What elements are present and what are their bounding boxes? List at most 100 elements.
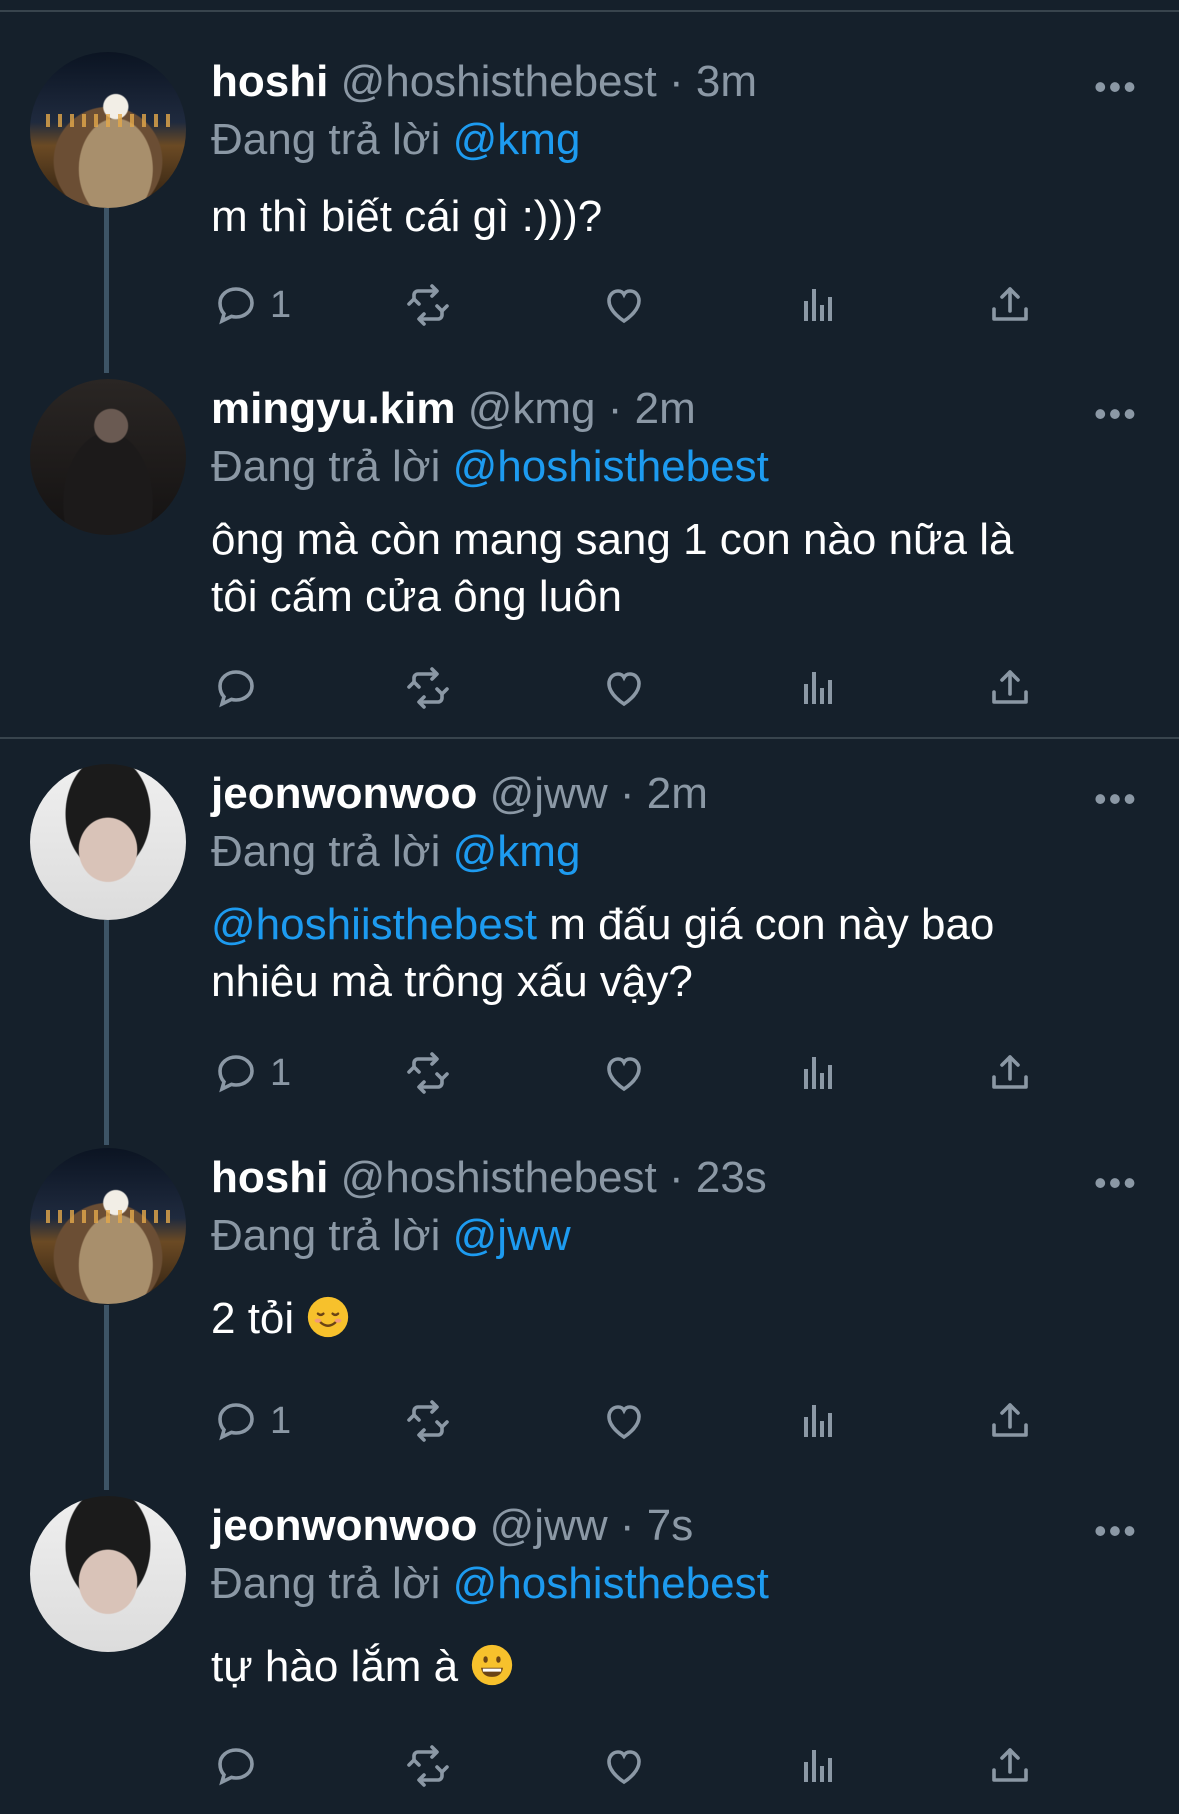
share-icon [992, 287, 1028, 321]
timestamp[interactable]: · 2m [620, 769, 708, 818]
avatar[interactable] [30, 52, 186, 208]
like-button[interactable] [600, 277, 648, 333]
smiling-face-emoji [308, 1296, 349, 1338]
heart-icon [607, 672, 641, 707]
tweet-text-segment: m đấu giá con này bao [536, 900, 995, 949]
retweet-icon [407, 667, 449, 709]
more-options-button[interactable]: ••• [1094, 1510, 1138, 1552]
timestamp[interactable]: · 23s [669, 1153, 767, 1202]
reply-mention-link[interactable]: @kmg [453, 827, 581, 876]
tweet-header: hoshi @hoshisthebest · 23s [211, 1152, 767, 1204]
retweet-button[interactable] [404, 1045, 452, 1101]
reply-icon [218, 1748, 254, 1786]
tweet-text: @hoshiisthebest m đấu giá con này bao nh… [211, 896, 994, 1010]
analytics-button[interactable] [796, 1738, 844, 1794]
retweet-button[interactable] [404, 277, 452, 333]
share-icon [992, 1055, 1028, 1089]
action-bar: 1 [0, 1393, 1179, 1449]
share-button[interactable] [986, 277, 1034, 333]
more-options-button[interactable]: ••• [1094, 66, 1138, 108]
thread-connector [104, 920, 109, 1145]
reply-icon [218, 287, 254, 325]
display-name[interactable]: hoshi [211, 57, 328, 106]
top-divider [0, 0, 1179, 12]
reply-icon [218, 1055, 254, 1093]
display-name[interactable]: jeonwonwoo [211, 769, 477, 818]
retweet-button[interactable] [404, 660, 452, 716]
action-bar [0, 660, 1179, 716]
avatar[interactable] [30, 1496, 186, 1652]
tweet-text-line: tôi cấm cửa ông luôn [211, 572, 623, 621]
heart-icon [607, 1750, 641, 1785]
reply-prefix: Đang trả lời [211, 827, 441, 876]
heart-icon [607, 289, 641, 324]
tweet-header: mingyu.kim @kmg · 2m [211, 383, 696, 435]
like-button[interactable] [600, 660, 648, 716]
inline-mention-link[interactable]: @hoshiisthebest [211, 900, 537, 949]
timestamp[interactable]: · 7s [620, 1501, 693, 1550]
tweet-text: tự hào lắm à [211, 1638, 514, 1695]
retweet-button[interactable] [404, 1738, 452, 1794]
more-options-button[interactable]: ••• [1094, 1162, 1138, 1204]
reply-button[interactable] [212, 660, 270, 716]
tweet-text: 2 tỏi [211, 1290, 350, 1347]
tweet-text-segment: tự hào lắm à [211, 1642, 459, 1691]
handle[interactable]: @jww [490, 1501, 608, 1550]
tweet-text: ông mà còn mang sang 1 con nào nữa là tô… [211, 511, 1013, 625]
reply-button[interactable] [212, 1738, 270, 1794]
reply-button[interactable]: 1 [212, 1393, 291, 1449]
handle[interactable]: @hoshisthebest [341, 1153, 657, 1202]
tweet-text-line: @hoshiisthebest m đấu giá con này bao [211, 896, 994, 953]
avatar[interactable] [30, 764, 186, 920]
share-icon [992, 670, 1028, 704]
timestamp[interactable]: · 3m [669, 57, 757, 106]
retweet-icon [407, 1745, 449, 1787]
analytics-button[interactable] [796, 1045, 844, 1101]
retweet-icon [407, 1400, 449, 1442]
avatar[interactable] [30, 379, 186, 535]
share-button[interactable] [986, 1045, 1034, 1101]
tweet-text-segment: 2 tỏi [211, 1294, 295, 1343]
analytics-icon [804, 672, 832, 704]
like-button[interactable] [600, 1393, 648, 1449]
like-button[interactable] [600, 1045, 648, 1101]
display-name[interactable]: jeonwonwoo [211, 1501, 477, 1550]
reply-prefix: Đang trả lời [211, 1559, 441, 1608]
timestamp[interactable]: · 2m [608, 384, 696, 433]
action-bar: 1 [0, 277, 1179, 333]
display-name[interactable]: mingyu.kim [211, 384, 456, 433]
share-button[interactable] [986, 1393, 1034, 1449]
more-options-button[interactable]: ••• [1094, 393, 1138, 435]
thread-divider [0, 737, 1179, 739]
replying-to: Đang trả lời @kmg [211, 826, 580, 878]
analytics-icon [804, 289, 832, 321]
reply-button[interactable]: 1 [212, 1045, 291, 1101]
handle[interactable]: @jww [490, 769, 608, 818]
like-button[interactable] [600, 1738, 648, 1794]
display-name[interactable]: hoshi [211, 1153, 328, 1202]
retweet-button[interactable] [404, 1393, 452, 1449]
reply-mention-link[interactable]: @hoshisthebest [453, 1559, 769, 1608]
analytics-button[interactable] [796, 277, 844, 333]
avatar[interactable] [30, 1148, 186, 1304]
share-button[interactable] [986, 660, 1034, 716]
heart-icon [607, 1405, 641, 1440]
analytics-button[interactable] [796, 1393, 844, 1449]
replying-to: Đang trả lời @hoshisthebest [211, 441, 769, 493]
handle[interactable]: @hoshisthebest [341, 57, 657, 106]
replying-to: Đang trả lời @jww [211, 1210, 571, 1262]
handle[interactable]: @kmg [468, 384, 596, 433]
retweet-icon [407, 1052, 449, 1094]
analytics-button[interactable] [796, 660, 844, 716]
tweet-header: hoshi @hoshisthebest · 3m [211, 56, 757, 108]
reply-button[interactable]: 1 [212, 277, 291, 333]
share-button[interactable] [986, 1738, 1034, 1794]
reply-icon [218, 670, 254, 708]
more-options-button[interactable]: ••• [1094, 778, 1138, 820]
reply-mention-link[interactable]: @hoshisthebest [453, 442, 769, 491]
reply-prefix: Đang trả lời [211, 1211, 441, 1260]
reply-mention-link[interactable]: @jww [453, 1211, 571, 1260]
reply-mention-link[interactable]: @kmg [453, 115, 581, 164]
tweet-text-line: nhiêu mà trông xấu vậy? [211, 957, 693, 1006]
analytics-icon [804, 1750, 832, 1782]
